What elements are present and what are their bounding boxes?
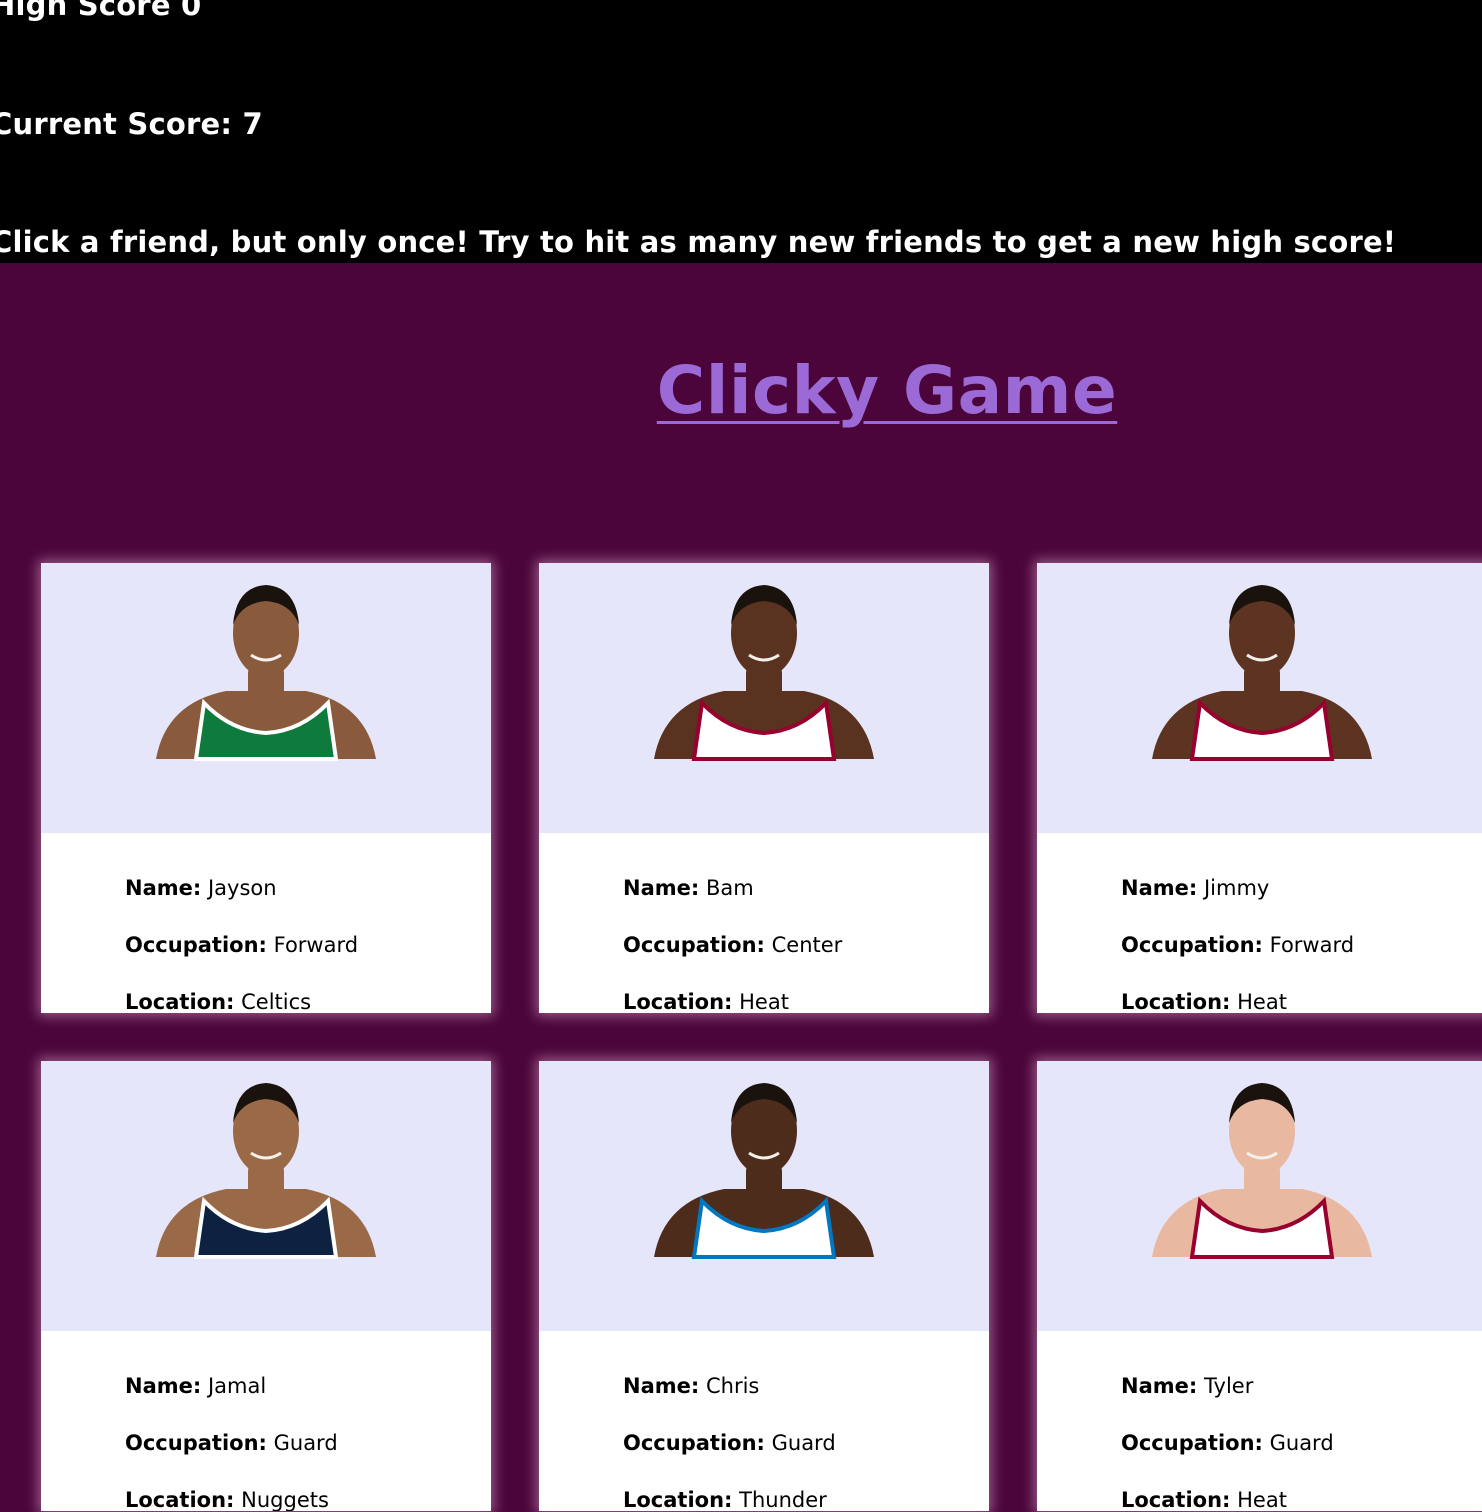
occupation-row: Occupation: Guard xyxy=(125,1415,338,1472)
location-row: Location: Heat xyxy=(1121,1472,1334,1511)
location-label: Location: xyxy=(1121,990,1231,1013)
location-value: Heat xyxy=(1237,990,1287,1013)
card-info: Name: Jamal Occupation: Guard Location: … xyxy=(125,1358,338,1511)
player-portrait-icon xyxy=(1152,1083,1372,1259)
occupation-label: Occupation: xyxy=(623,933,765,957)
name-label: Name: xyxy=(623,876,700,900)
name-label: Name: xyxy=(623,1374,700,1398)
name-row: Name: Bam xyxy=(623,860,842,917)
player-photo[interactable] xyxy=(539,563,989,833)
location-label: Location: xyxy=(125,990,235,1013)
occupation-row: Occupation: Forward xyxy=(125,917,358,974)
name-row: Name: Tyler xyxy=(1121,1358,1334,1415)
location-label: Location: xyxy=(623,1488,733,1511)
occupation-label: Occupation: xyxy=(125,933,267,957)
card-info: Name: Jimmy Occupation: Forward Location… xyxy=(1121,860,1354,1013)
player-photo[interactable] xyxy=(41,1061,491,1331)
player-photo[interactable] xyxy=(1037,563,1482,833)
occupation-row: Occupation: Guard xyxy=(623,1415,836,1472)
occupation-label: Occupation: xyxy=(1121,933,1263,957)
name-label: Name: xyxy=(125,1374,202,1398)
player-portrait-icon xyxy=(156,1083,376,1259)
occupation-label: Occupation: xyxy=(125,1431,267,1455)
occupation-row: Occupation: Center xyxy=(623,917,842,974)
location-row: Location: Heat xyxy=(623,974,842,1013)
friend-card[interactable]: Name: Jayson Occupation: Forward Locatio… xyxy=(41,563,491,1013)
card-info: Name: Chris Occupation: Guard Location: … xyxy=(623,1358,836,1511)
occupation-value: Forward xyxy=(273,933,359,957)
occupation-value: Guard xyxy=(1269,1431,1334,1455)
location-row: Location: Nuggets xyxy=(125,1472,338,1511)
friend-card[interactable]: Name: Tyler Occupation: Guard Location: … xyxy=(1037,1061,1482,1511)
location-value: Celtics xyxy=(241,990,312,1013)
name-value: Tyler xyxy=(1203,1374,1254,1398)
name-row: Name: Chris xyxy=(623,1358,836,1415)
location-value: Heat xyxy=(739,990,789,1013)
name-value: Jimmy xyxy=(1203,876,1270,900)
player-portrait-icon xyxy=(654,585,874,761)
location-value: Nuggets xyxy=(241,1488,329,1511)
name-value: Jamal xyxy=(207,1374,267,1398)
card-info: Name: Jayson Occupation: Forward Locatio… xyxy=(125,860,358,1013)
friend-card[interactable]: Name: Jamal Occupation: Guard Location: … xyxy=(41,1061,491,1511)
name-value: Bam xyxy=(705,876,754,900)
location-label: Location: xyxy=(125,1488,235,1511)
location-value: Thunder xyxy=(739,1488,827,1511)
card-info: Name: Bam Occupation: Center Location: H… xyxy=(623,860,842,1013)
location-label: Location: xyxy=(623,990,733,1013)
player-photo[interactable] xyxy=(539,1061,989,1331)
player-photo[interactable] xyxy=(41,563,491,833)
card-info: Name: Tyler Occupation: Guard Location: … xyxy=(1121,1358,1334,1511)
scoreboard: High Score 0 Current Score: 7 Click a fr… xyxy=(0,0,1482,263)
title-container: Clicky Game xyxy=(0,352,1482,429)
name-label: Name: xyxy=(1121,1374,1198,1398)
name-row: Name: Jimmy xyxy=(1121,860,1354,917)
player-portrait-icon xyxy=(156,585,376,761)
occupation-label: Occupation: xyxy=(1121,1431,1263,1455)
location-value: Heat xyxy=(1237,1488,1287,1511)
high-score: High Score 0 xyxy=(0,0,202,22)
occupation-row: Occupation: Guard xyxy=(1121,1415,1334,1472)
instructions: Click a friend, but only once! Try to hi… xyxy=(0,225,1397,259)
name-label: Name: xyxy=(1121,876,1198,900)
occupation-value: Guard xyxy=(273,1431,338,1455)
friend-card[interactable]: Name: Chris Occupation: Guard Location: … xyxy=(539,1061,989,1511)
player-photo[interactable] xyxy=(1037,1061,1482,1331)
name-value: Chris xyxy=(705,1374,760,1398)
name-value: Jayson xyxy=(207,876,277,900)
current-score: Current Score: 7 xyxy=(0,107,263,141)
friend-card[interactable]: Name: Bam Occupation: Center Location: H… xyxy=(539,563,989,1013)
name-row: Name: Jamal xyxy=(125,1358,338,1415)
name-row: Name: Jayson xyxy=(125,860,358,917)
name-label: Name: xyxy=(125,876,202,900)
player-portrait-icon xyxy=(1152,585,1372,761)
location-row: Location: Celtics xyxy=(125,974,358,1013)
player-portrait-icon xyxy=(654,1083,874,1259)
occupation-value: Forward xyxy=(1269,933,1355,957)
occupation-value: Guard xyxy=(771,1431,836,1455)
occupation-row: Occupation: Forward xyxy=(1121,917,1354,974)
occupation-label: Occupation: xyxy=(623,1431,765,1455)
friend-card[interactable]: Name: Jimmy Occupation: Forward Location… xyxy=(1037,563,1482,1013)
page-title-link[interactable]: Clicky Game xyxy=(657,352,1117,429)
location-label: Location: xyxy=(1121,1488,1231,1511)
location-row: Location: Heat xyxy=(1121,974,1354,1013)
occupation-value: Center xyxy=(771,933,843,957)
location-row: Location: Thunder xyxy=(623,1472,836,1511)
